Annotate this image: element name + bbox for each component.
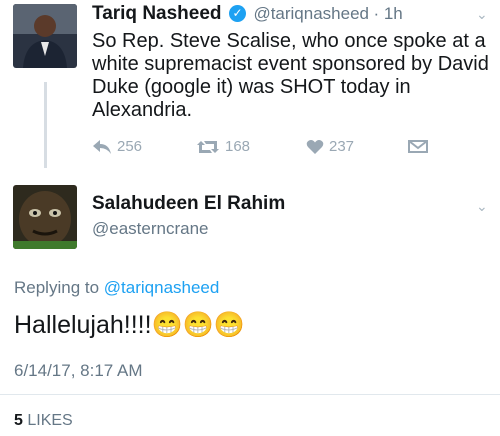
- replying-to-link[interactable]: @tariqnasheed: [104, 278, 220, 297]
- author-name[interactable]: Tariq Nasheed: [92, 3, 222, 24]
- tweet-text: So Rep. Steve Scalise, who once spoke at…: [92, 30, 489, 121]
- reply-count: 256: [117, 138, 143, 155]
- like-action[interactable]: 237: [306, 138, 354, 155]
- like-count: 237: [329, 138, 355, 155]
- reply-author-name[interactable]: Salahudeen El Rahim: [92, 193, 285, 215]
- tweet-time[interactable]: · 1h: [373, 4, 402, 23]
- likes-label: LIKES: [27, 412, 73, 429]
- divider: [0, 394, 500, 395]
- heart-icon: [306, 139, 324, 154]
- chevron-down-icon[interactable]: ⌄: [476, 198, 488, 215]
- reply-icon: [93, 139, 111, 154]
- dm-action[interactable]: [408, 138, 433, 154]
- reply-text-body: Hallelujah!!!!: [14, 311, 152, 339]
- reply-text: Hallelujah!!!!😁😁😁: [14, 310, 245, 340]
- grin-emoji: 😁: [213, 311, 245, 339]
- author-handle[interactable]: @tariqnasheed: [253, 4, 369, 23]
- retweet-action[interactable]: 168: [196, 138, 250, 155]
- replying-prefix: Replying to: [14, 278, 104, 297]
- grin-emoji: 😁: [182, 311, 214, 339]
- replying-to: Replying to @tariqnasheed: [14, 278, 219, 298]
- reply-author-handle[interactable]: @easterncrane: [92, 219, 209, 239]
- retweet-icon: [197, 140, 219, 153]
- verified-icon: ✓: [228, 5, 246, 22]
- likes-count: 5: [14, 412, 23, 429]
- envelope-icon: [408, 140, 428, 153]
- retweet-count: 168: [225, 138, 251, 155]
- tweet-header: Tariq Nasheed ✓ @tariqnasheed · 1h: [92, 3, 472, 25]
- thread-line: [44, 82, 47, 168]
- likes-summary[interactable]: 5 LIKES: [14, 412, 73, 430]
- avatar-easterncrane[interactable]: [13, 185, 77, 249]
- avatar-tariqnasheed[interactable]: [13, 4, 77, 68]
- reply-action[interactable]: 256: [92, 138, 142, 155]
- reply-timestamp[interactable]: 6/14/17, 8:17 AM: [14, 361, 143, 381]
- grin-emoji: 😁: [151, 311, 183, 339]
- chevron-down-icon[interactable]: ⌄: [476, 6, 488, 23]
